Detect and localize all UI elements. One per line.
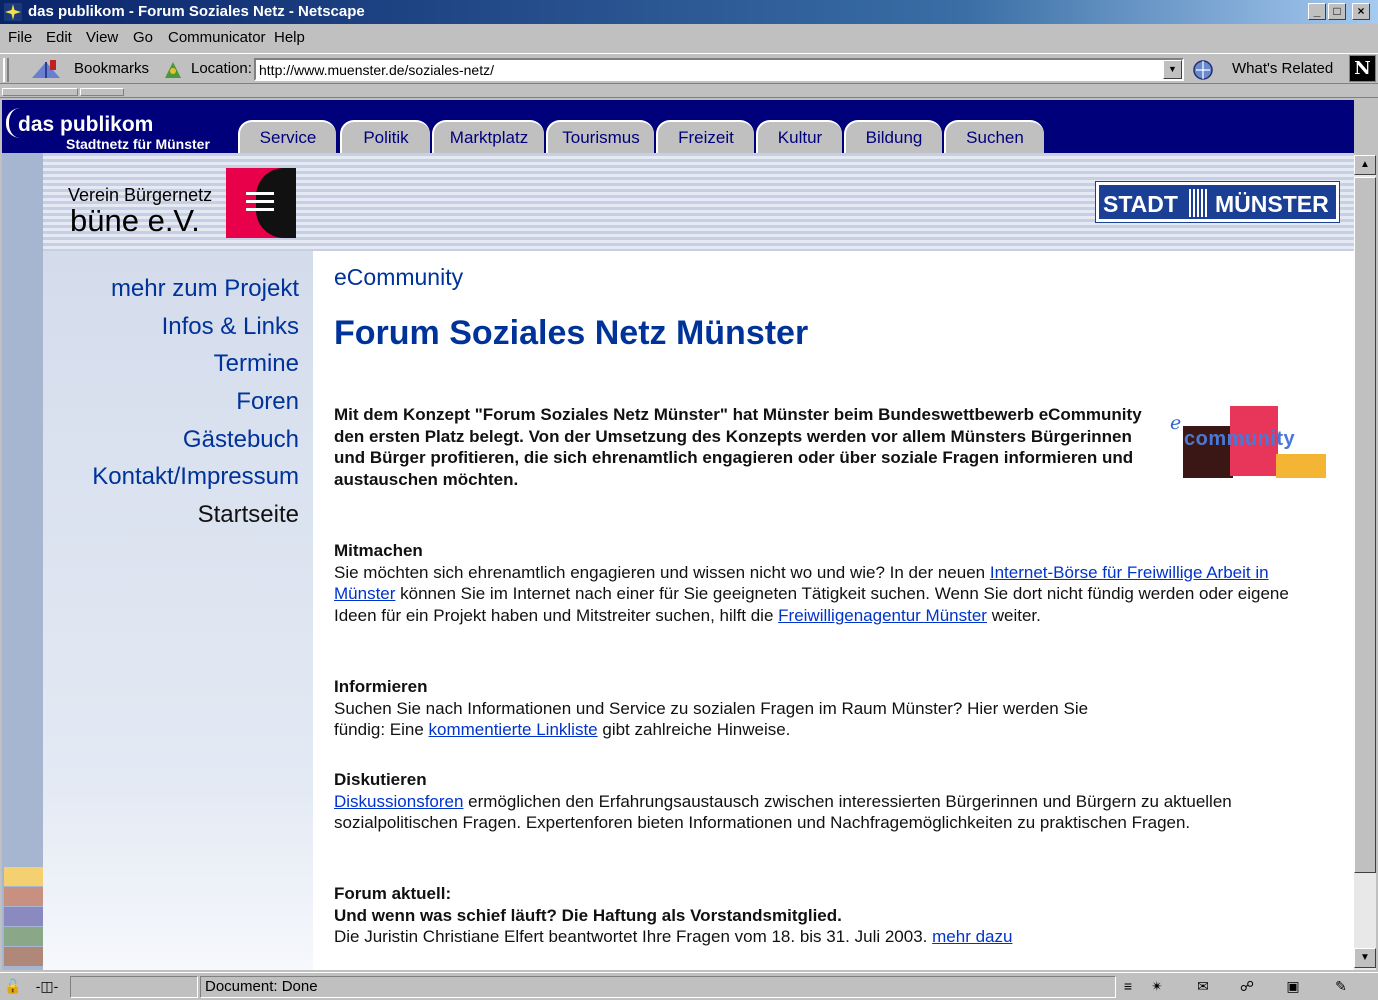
composer-icon[interactable]: ▣ (1282, 978, 1304, 996)
nav-tab-kultur[interactable]: Kultur (756, 120, 842, 153)
nav-tab-tourismus[interactable]: Tourismus (546, 120, 654, 153)
section-informieren: Informieren Suchen Sie nach Informatione… (334, 676, 1094, 741)
publikom-logo-subtitle: Stadtnetz für Münster (66, 136, 210, 152)
title-bar[interactable]: das publikom - Forum Soziales Netz - Net… (0, 0, 1378, 24)
status-grip-icon: ≡ (1123, 978, 1133, 994)
stadt-logo-right: MÜNSTER (1215, 191, 1329, 217)
netscape-n-logo[interactable]: N (1349, 55, 1376, 82)
url-input[interactable]: http://www.muenster.de/soziales-netz/ (254, 58, 1184, 81)
menu-bar: File Edit View Go Communicator Help (0, 26, 1378, 50)
publikom-logo[interactable]: das publikom (18, 113, 153, 137)
menu-go[interactable]: Go (133, 29, 153, 46)
left-decor-strip (2, 153, 43, 970)
sidebar-item-foren[interactable]: Foren (236, 388, 299, 416)
collapsed-toolbar-tabs (0, 86, 1378, 98)
link-diskussionsforen[interactable]: Diskussionsforen (334, 792, 463, 811)
certificate-icon[interactable]: ✎ (1330, 978, 1352, 996)
progress-bar (70, 976, 198, 998)
stadt-muenster-logo[interactable]: STADT MÜNSTER (1095, 181, 1340, 223)
site-header: das publikom Stadtnetz für Münster Servi… (2, 100, 1354, 153)
scroll-thumb[interactable] (1354, 177, 1376, 873)
side-navigation: mehr zum Projekt Infos & Links Termine F… (43, 251, 313, 970)
window-title: das publikom - Forum Soziales Netz - Net… (28, 3, 365, 20)
section-heading: Forum aktuell: (334, 884, 452, 903)
page-content: das publikom Stadtnetz für Münster Servi… (2, 100, 1354, 970)
minimize-button[interactable]: _ (1308, 3, 1326, 20)
color-block (4, 907, 43, 926)
status-text: Document: Done (200, 976, 1116, 998)
navigator-icon[interactable]: ✴ (1146, 978, 1168, 996)
whats-related-button[interactable]: What's Related (1232, 60, 1333, 77)
scroll-down-button[interactable]: ▼ (1354, 948, 1376, 968)
netscape-window: das publikom - Forum Soziales Netz - Net… (0, 0, 1378, 1000)
close-button[interactable]: × (1352, 3, 1370, 20)
buene-logo-icon[interactable] (226, 168, 296, 238)
whats-related-icon[interactable] (1191, 58, 1221, 82)
nav-tab-politik[interactable]: Politik (340, 120, 430, 153)
section-text: Die Juristin Christiane Elfert beantwort… (334, 927, 933, 947)
link-freiwilligenagentur[interactable]: Freiwilligenagentur Münster (778, 606, 987, 625)
toolbar-grip[interactable] (3, 58, 9, 82)
nav-tab-bildung[interactable]: Bildung (844, 120, 942, 153)
collapsed-toolbar-tab[interactable] (80, 88, 124, 96)
vertical-scrollbar[interactable]: ▲ ▼ (1354, 155, 1376, 970)
security-lock-icon[interactable]: 🔓 (2, 978, 24, 996)
section-text: gibt zahlreiche Hinweise. (597, 720, 791, 740)
netscape-app-icon[interactable] (4, 3, 22, 21)
scroll-up-button[interactable]: ▲ (1354, 155, 1376, 175)
section-diskutieren: Diskutieren Diskussionsforen ermöglichen… (334, 769, 1299, 834)
section-text: Sie möchten sich ehrenamtlich engagieren… (334, 562, 990, 582)
sidebar-item-kontakt-impressum[interactable]: Kontakt/Impressum (92, 463, 299, 491)
ecommunity-logo: e community (1168, 404, 1328, 480)
verein-logo-line2[interactable]: büne e.V. (70, 203, 200, 239)
bookmarks-icon[interactable] (30, 58, 64, 82)
location-icon[interactable] (162, 59, 184, 81)
collapsed-toolbar-tab[interactable] (2, 88, 78, 96)
sidebar-item-mehr-zum-projekt[interactable]: mehr zum Projekt (111, 275, 299, 303)
maximize-button[interactable]: □ (1328, 3, 1346, 20)
intro-paragraph: Mit dem Konzept "Forum Soziales Netz Mün… (334, 405, 1142, 490)
sidebar-item-infos-links[interactable]: Infos & Links (162, 313, 299, 341)
section-heading: Mitmachen (334, 541, 423, 560)
stadt-logo-bars-icon (1189, 189, 1209, 217)
discussion-icon[interactable]: ☍ (1236, 978, 1258, 996)
menu-communicator[interactable]: Communicator (168, 29, 266, 46)
mail-icon[interactable]: ✉ (1192, 978, 1214, 996)
nav-tab-service[interactable]: Service (238, 120, 336, 153)
nav-tab-marktplatz[interactable]: Marktplatz (432, 120, 544, 153)
color-block (4, 867, 43, 886)
section-forum-aktuell: Forum aktuell: Und wenn was schief läuft… (334, 883, 1324, 948)
status-bar: 🔓 -◫- Document: Done ≡ ✴ ✉ ☍ ▣ ✎ (0, 972, 1378, 1000)
section-heading: Informieren (334, 677, 428, 696)
section-text: weiter. (986, 606, 1041, 626)
sidebar-item-termine[interactable]: Termine (214, 350, 299, 378)
color-block (4, 947, 43, 966)
sidebar-item-gaestebuch[interactable]: Gästebuch (183, 426, 299, 454)
page-title: Forum Soziales Netz Münster (334, 314, 809, 352)
section-heading: Diskutieren (334, 770, 427, 789)
page-subtitle: eCommunity (334, 264, 464, 290)
menu-edit[interactable]: Edit (46, 29, 72, 46)
section-mitmachen: Mitmachen Sie möchten sich ehrenamtlich … (334, 540, 1324, 627)
menu-view[interactable]: View (86, 29, 118, 46)
section-subheading: Und wenn was schief läuft? Die Haftung a… (334, 905, 842, 925)
sidebar-item-startseite[interactable]: Startseite (198, 501, 299, 529)
bookmarks-button[interactable]: Bookmarks (74, 60, 149, 77)
nav-tab-freizeit[interactable]: Freizeit (656, 120, 754, 153)
link-kommentierte-linkliste[interactable]: kommentierte Linkliste (429, 720, 598, 739)
color-block (4, 927, 43, 946)
url-dropdown-button[interactable]: ▼ (1163, 60, 1182, 79)
section-text: ermöglichen den Erfahrungsaustausch zwis… (334, 791, 1232, 833)
link-mehr-dazu[interactable]: mehr dazu (932, 927, 1012, 946)
location-toolbar: Bookmarks Location: http://www.muenster.… (0, 53, 1378, 84)
menu-help[interactable]: Help (274, 29, 305, 46)
menu-file[interactable]: File (8, 29, 32, 46)
color-block (4, 887, 43, 906)
stadt-logo-left: STADT (1103, 191, 1178, 217)
ecommunity-logo-e: e (1170, 412, 1182, 434)
ecommunity-logo-text: community (1184, 428, 1296, 450)
online-status-icon[interactable]: -◫- (28, 978, 66, 996)
location-label: Location: (191, 60, 252, 77)
nav-tab-suchen[interactable]: Suchen (944, 120, 1044, 153)
